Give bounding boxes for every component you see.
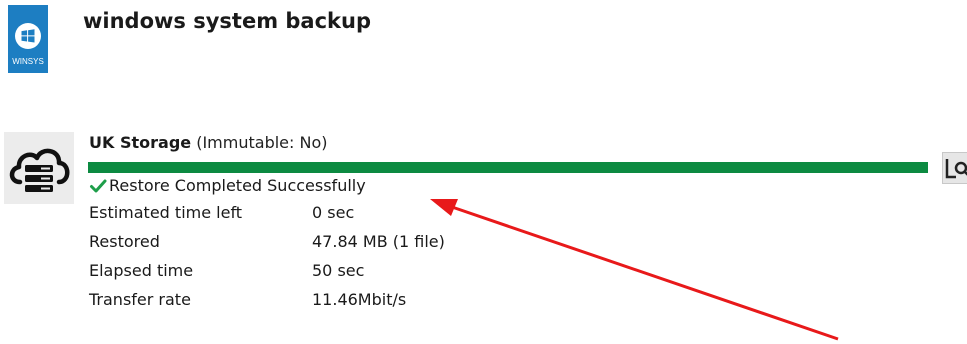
windows-logo-icon: [15, 23, 41, 49]
view-log-button[interactable]: [942, 152, 967, 184]
status-line: Restore Completed Successfully: [89, 176, 366, 195]
stat-label: Transfer rate: [89, 290, 191, 309]
logo-text: WINSYS: [12, 57, 44, 66]
stat-value: 47.84 MB (1 file): [312, 232, 445, 251]
immutable-status: (Immutable: No): [196, 133, 328, 152]
stat-value: 50 sec: [312, 261, 365, 280]
app-logo: WINSYS: [8, 5, 48, 73]
progress-bar: [88, 162, 928, 173]
stat-value: 11.46Mbit/s: [312, 290, 407, 309]
stat-label: Elapsed time: [89, 261, 194, 280]
stat-label: Restored: [89, 232, 160, 251]
status-text: Restore Completed Successfully: [109, 176, 366, 195]
stat-label: Estimated time left: [89, 203, 243, 222]
log-view-icon: [943, 159, 967, 187]
page-title: windows system backup: [83, 9, 371, 33]
destination-name: UK Storage: [89, 133, 192, 152]
progress-bar-fill: [88, 162, 928, 173]
cloud-storage-icon: [4, 132, 74, 204]
destination-header: UK Storage (Immutable: No): [89, 133, 328, 152]
stat-value: 0 sec: [312, 203, 355, 222]
check-icon: [89, 177, 107, 195]
